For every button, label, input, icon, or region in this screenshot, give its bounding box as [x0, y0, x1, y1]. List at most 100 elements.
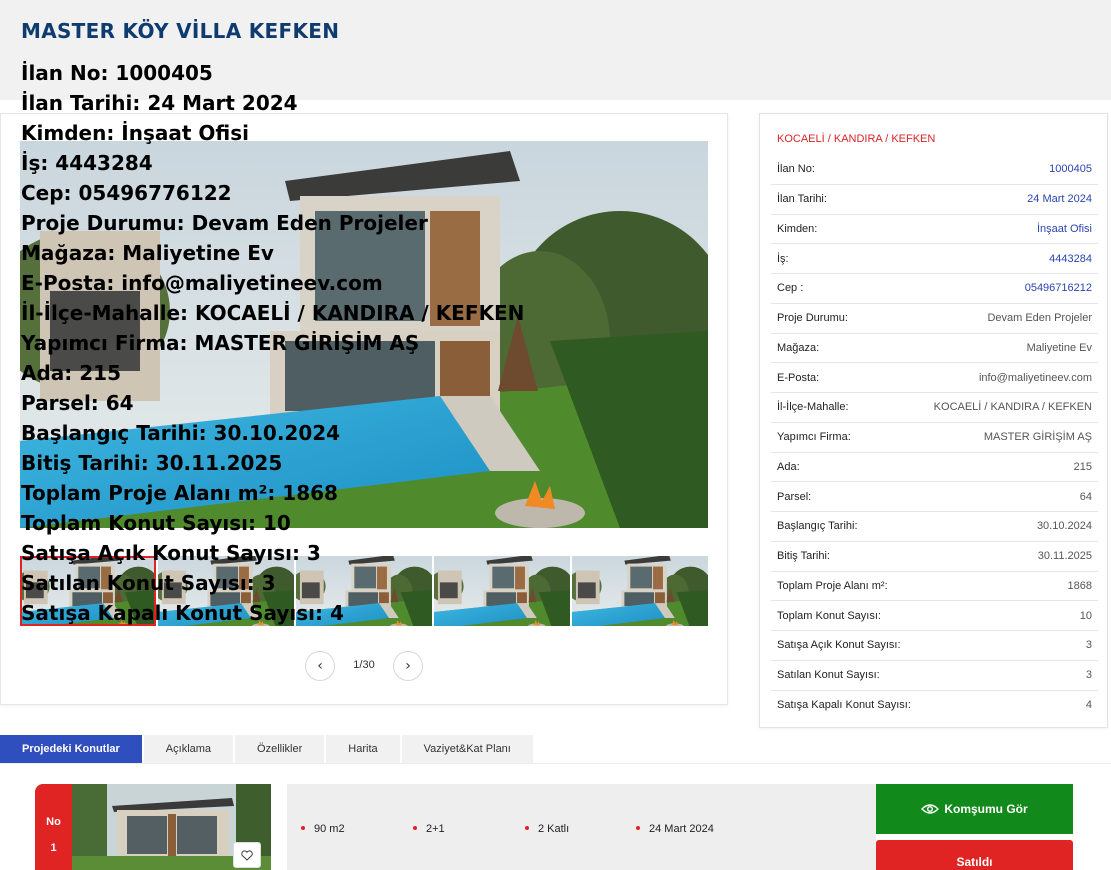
info-row: İl-İlçe-Mahalle: KOCAELİ / KANDIRA / KEFK… — [771, 393, 1098, 423]
info-row: Ada: 215 — [771, 453, 1098, 483]
info-row: Mağaza: Maliyetine Ev — [771, 334, 1098, 364]
favorite-button[interactable] — [233, 842, 261, 868]
info-row: Kimden: İnşaat Ofisi — [771, 215, 1098, 245]
overlay-line: Proje Durumu: Devam Eden Projeler — [21, 211, 428, 235]
info-label: Satışa Kapalı Konut Sayısı: — [777, 699, 911, 712]
spec-date: 24 Mart 2024 — [636, 823, 714, 835]
tab-aciklama[interactable]: Açıklama — [143, 735, 234, 763]
spec-area: 90 m2 — [301, 823, 345, 835]
info-label: Satışa Açık Konut Sayısı: — [777, 639, 901, 652]
overlay-line: Toplam Konut Sayısı: 10 — [21, 511, 291, 535]
info-label: E-Posta: — [777, 371, 820, 384]
page-counter: 1/30 — [353, 659, 375, 671]
info-value: MASTER GİRİŞİM AŞ — [983, 431, 1092, 444]
info-row: İş: 4443284 — [771, 244, 1098, 274]
info-value: 30.10.2024 — [1036, 520, 1092, 533]
tab-harita[interactable]: Harita — [326, 735, 400, 763]
page-title: MASTER KÖY VİLLA KEFKEN — [21, 19, 340, 43]
sold-status-label: Satıldı — [956, 855, 993, 869]
info-label: Kimden: — [777, 222, 818, 235]
mobile-link[interactable]: 05496716212 — [1025, 282, 1092, 294]
info-label: Başlangıç Tarihi: — [777, 520, 858, 533]
tab-projedeki-konutlar[interactable]: Projedeki Konutlar — [0, 735, 142, 763]
thumbnail[interactable] — [572, 556, 708, 626]
info-row: Parsel: 64 — [771, 482, 1098, 512]
info-value: 3 — [1085, 639, 1092, 652]
spec-rooms: 2+1 — [413, 823, 445, 835]
overlay-line: Bitiş Tarihi: 30.11.2025 — [21, 451, 283, 475]
prev-button[interactable]: ‹ — [305, 651, 335, 681]
info-label: İlan Tarihi: — [777, 193, 827, 206]
see-neighbor-button[interactable]: Komşumu Gör — [876, 784, 1073, 834]
tab-bar: Projedeki Konutlar Açıklama Özellikler H… — [0, 735, 535, 763]
listing-info-card: KOCAELİ / KANDIRA / KEFKEN İlan No: 10004… — [759, 113, 1108, 728]
overlay-line: İş: 4443284 — [21, 151, 153, 175]
eye-icon — [921, 804, 940, 814]
info-row: Bitiş Tarihi: 30.11.2025 — [771, 542, 1098, 572]
info-value: Devam Eden Projeler — [987, 312, 1092, 325]
info-value: KOCAELİ / KANDIRA / KEFKEN — [933, 401, 1092, 414]
info-row: Satışa Açık Konut Sayısı: 3 — [771, 631, 1098, 661]
phone-link[interactable]: 4443284 — [1049, 253, 1092, 265]
info-label: İlan No: — [777, 163, 815, 176]
overlay-line: Satılan Konut Sayısı: 3 — [21, 571, 276, 595]
unit-number-value: 1 — [50, 842, 57, 854]
info-label: Cep : — [777, 282, 804, 295]
overlay-line: Satışa Açık Konut Sayısı: 3 — [21, 541, 321, 565]
info-row: E-Posta: info@maliyetineev.com — [771, 363, 1098, 393]
unit-specs: 90 m2 2+1 2 Katlı 24 Mart 2024 — [287, 784, 876, 870]
overlay-line: Cep: 05496776122 — [21, 181, 232, 205]
info-row: Cep : 05496716212 — [771, 274, 1098, 304]
info-label: Yapımcı Firma: — [777, 431, 851, 444]
overlay-line: Yapımcı Firma: MASTER GİRİŞİM AŞ — [21, 331, 420, 355]
overlay-line: E-Posta: info@maliyetineev.com — [21, 271, 383, 295]
info-row: Toplam Proje Alanı m²: 1868 — [771, 572, 1098, 602]
info-value: 4 — [1085, 699, 1092, 712]
overlay-line: Parsel: 64 — [21, 391, 134, 415]
overlay-line: Satışa Kapalı Konut Sayısı: 4 — [21, 601, 344, 625]
info-row: İlan Tarihi: 24 Mart 2024 — [771, 185, 1098, 215]
spec-floors: 2 Katlı — [525, 823, 569, 835]
info-value: 1868 — [1067, 579, 1092, 592]
info-value: info@maliyetineev.com — [978, 371, 1092, 384]
info-value: 1000405 — [1049, 163, 1092, 176]
info-label: İş: — [777, 252, 789, 265]
info-value: Maliyetine Ev — [1026, 341, 1092, 354]
info-label: Proje Durumu: — [777, 312, 848, 325]
overlay-line: İlan Tarihi: 24 Mart 2024 — [21, 91, 298, 115]
tab-vaziyet-kat-plani[interactable]: Vaziyet&Kat Planı — [401, 735, 533, 763]
overlay-line: Kimden: İnşaat Ofisi — [21, 121, 249, 145]
overlay-line: İlan No: 1000405 — [21, 61, 213, 85]
chevron-right-icon: › — [405, 658, 411, 674]
next-button[interactable]: › — [393, 651, 423, 681]
overlay-line: Mağaza: Maliyetine Ev — [21, 241, 274, 265]
info-label: Satılan Konut Sayısı: — [777, 669, 880, 682]
tab-ozellikler[interactable]: Özellikler — [235, 735, 325, 763]
location-breadcrumb: KOCAELİ / KANDIRA / KEFKEN — [777, 133, 936, 145]
info-label: Parsel: — [777, 490, 812, 503]
info-label: Ada: — [777, 460, 800, 473]
info-label: Mağaza: — [777, 341, 820, 354]
sold-status-button[interactable]: Satıldı — [876, 840, 1073, 870]
info-row: Satışa Kapalı Konut Sayısı: 4 — [771, 691, 1098, 721]
overlay-detail-list: İlan No: 1000405 İlan Tarihi: 24 Mart 20… — [21, 58, 524, 628]
gallery-pager: ‹ 1/30 › — [305, 651, 423, 681]
info-label: İl-İlçe-Mahalle: — [777, 401, 849, 414]
info-row: Satılan Konut Sayısı: 3 — [771, 661, 1098, 691]
unit-number-label: No — [46, 816, 61, 828]
info-value: 215 — [1073, 460, 1092, 473]
info-value: 3 — [1085, 669, 1092, 682]
info-row: Başlangıç Tarihi: 30.10.2024 — [771, 512, 1098, 542]
unit-number-badge: No 1 — [35, 784, 72, 870]
info-row: Yapımcı Firma: MASTER GİRİŞİM AŞ — [771, 423, 1098, 453]
info-value: 30.11.2025 — [1037, 550, 1092, 563]
info-table: İlan No: 1000405 İlan Tarihi: 24 Mart 2024… — [771, 155, 1098, 720]
overlay-line: Ada: 215 — [21, 361, 121, 385]
info-label: Toplam Proje Alanı m²: — [777, 579, 888, 592]
info-row: İlan No: 1000405 — [771, 155, 1098, 185]
info-value: 64 — [1079, 490, 1092, 503]
info-value: 10 — [1079, 609, 1092, 622]
overlay-line: Toplam Proje Alanı m²: 1868 — [21, 481, 338, 505]
info-value[interactable]: İnşaat Ofisi — [1037, 223, 1092, 235]
info-row: Proje Durumu: Devam Eden Projeler — [771, 304, 1098, 334]
